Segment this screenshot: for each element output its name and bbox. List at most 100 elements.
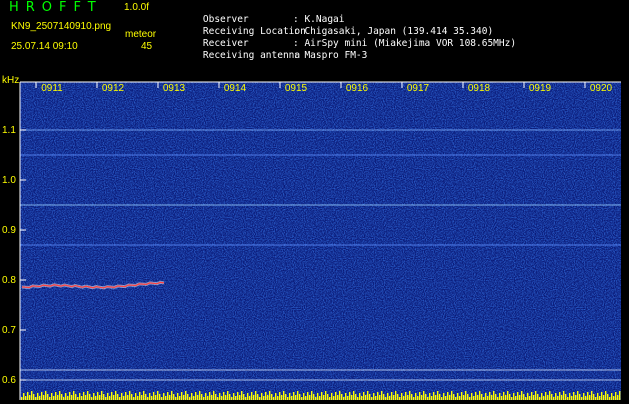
noise-floor-bar (71, 395, 73, 400)
noise-floor-bar (215, 394, 217, 400)
noise-floor-bar (65, 393, 67, 400)
noise-floor-bar (353, 391, 355, 400)
noise-floor-bar (499, 393, 501, 400)
noise-floor-bar (471, 393, 473, 400)
noise-floor-bar (583, 393, 585, 400)
noise-floor-bar (41, 392, 43, 400)
noise-floor-bar (279, 392, 281, 400)
noise-floor-bar (529, 396, 531, 400)
noise-floor-bar (221, 396, 223, 400)
noise-floor-bar (517, 392, 519, 400)
noise-floor-bar (473, 396, 475, 400)
noise-floor-bar (165, 396, 167, 400)
noise-floor-bar (121, 393, 123, 400)
noise-floor-bar (249, 396, 251, 400)
noise-floor-bar (489, 392, 491, 400)
noise-floor-bar (423, 391, 425, 400)
noise-floor-bar (523, 394, 525, 400)
noise-floor-bar (419, 392, 421, 400)
noise-floor-bar (27, 392, 29, 400)
noise-floor-bar (493, 391, 495, 400)
noise-floor-bar (295, 395, 297, 400)
noise-floor-bar (337, 395, 339, 400)
noise-floor-bar (485, 393, 487, 400)
noise-floor-bar (349, 392, 351, 400)
noise-floor-bar (163, 393, 165, 400)
noise-floor-bar (319, 396, 321, 400)
noise-floor-bar (183, 395, 185, 400)
x-tick-label: 0917 (407, 83, 430, 94)
noise-floor-bar (31, 391, 33, 400)
noise-floor-bar (289, 393, 291, 400)
x-tick-label: 0912 (102, 83, 125, 94)
noise-floor-bar (577, 391, 579, 400)
noise-floor-bar (101, 391, 103, 400)
noise-floor-bar (275, 393, 277, 400)
noise-floor-bar (177, 393, 179, 400)
spectrogram-panel: kHz 1.1 1.0 0.9 0.8 0.7 0.6 0911 0912 0913 0914 091… (0, 74, 629, 400)
info-value: : Chigasaki, Japan (139.414 35.340) (293, 26, 494, 37)
noise-floor-bar (503, 392, 505, 400)
noise-floor-bar (187, 394, 189, 400)
noise-floor-bar (333, 396, 335, 400)
noise-floor-bar (401, 393, 403, 400)
noise-floor-bar (531, 392, 533, 400)
noise-floor-bar (51, 393, 53, 400)
noise-floor-bar (457, 393, 459, 400)
noise-floor-bar (205, 393, 207, 400)
x-tick-label: 0913 (163, 83, 186, 94)
noise-floor-bar (545, 392, 547, 400)
y-tick-label: 0.9 (2, 225, 16, 236)
noise-floor-bar (179, 396, 181, 400)
noise-floor-bar (491, 395, 493, 400)
noise-floor-bar (611, 393, 613, 400)
noise-floor-bar (225, 395, 227, 400)
noise-floor-bar (395, 391, 397, 400)
noise-floor-bar (141, 395, 143, 400)
noise-floor-bar (341, 394, 343, 400)
noise-floor-bar (155, 395, 157, 400)
noise-floor-bar (459, 396, 461, 400)
noise-floor-bar (599, 396, 601, 400)
noise-floor-bar (127, 395, 129, 400)
noise-floor-bar (57, 395, 59, 400)
noise-floor-bar (169, 395, 171, 400)
noise-floor-bar (405, 392, 407, 400)
app-title: HROFFT (9, 0, 103, 15)
noise-floor-bar (209, 392, 211, 400)
noise-floor-bar (261, 393, 263, 400)
noise-floor-bar (29, 395, 31, 400)
noise-floor-bar (67, 396, 69, 400)
noise-floor-bar (519, 395, 521, 400)
noise-floor-bar (387, 393, 389, 400)
noise-floor-bar (271, 394, 273, 400)
noise-floor-bar (449, 395, 451, 400)
noise-floor-bar (167, 392, 169, 400)
noise-floor-bar (293, 392, 295, 400)
noise-floor-bar (85, 395, 87, 400)
noise-floor-bar (75, 394, 77, 400)
noise-floor-bar (557, 396, 559, 400)
noise-floor-bar (143, 391, 145, 400)
noise-floor-bar (237, 392, 239, 400)
noise-floor-bar (145, 394, 147, 400)
noise-floor-bar (407, 395, 409, 400)
noise-floor-bar (465, 391, 467, 400)
noise-floor-bar (505, 395, 507, 400)
noise-floor-bar (373, 393, 375, 400)
noise-floor-bar (363, 392, 365, 400)
noise-floor-bar (547, 395, 549, 400)
noise-floor-bar (305, 396, 307, 400)
noise-floor-bar (309, 395, 311, 400)
noise-floor-bar (227, 391, 229, 400)
noise-floor-bar (549, 391, 551, 400)
noise-floor-bar (267, 395, 269, 400)
noise-floor-bar (257, 394, 259, 400)
noise-floor-bar (393, 395, 395, 400)
noise-floor-bar (365, 395, 367, 400)
noise-floor-bar (543, 396, 545, 400)
noise-floor-bar (149, 393, 151, 400)
x-tick-label: 0918 (468, 83, 491, 94)
x-tick-label: 0920 (590, 83, 613, 94)
noise-floor-bar (421, 395, 423, 400)
